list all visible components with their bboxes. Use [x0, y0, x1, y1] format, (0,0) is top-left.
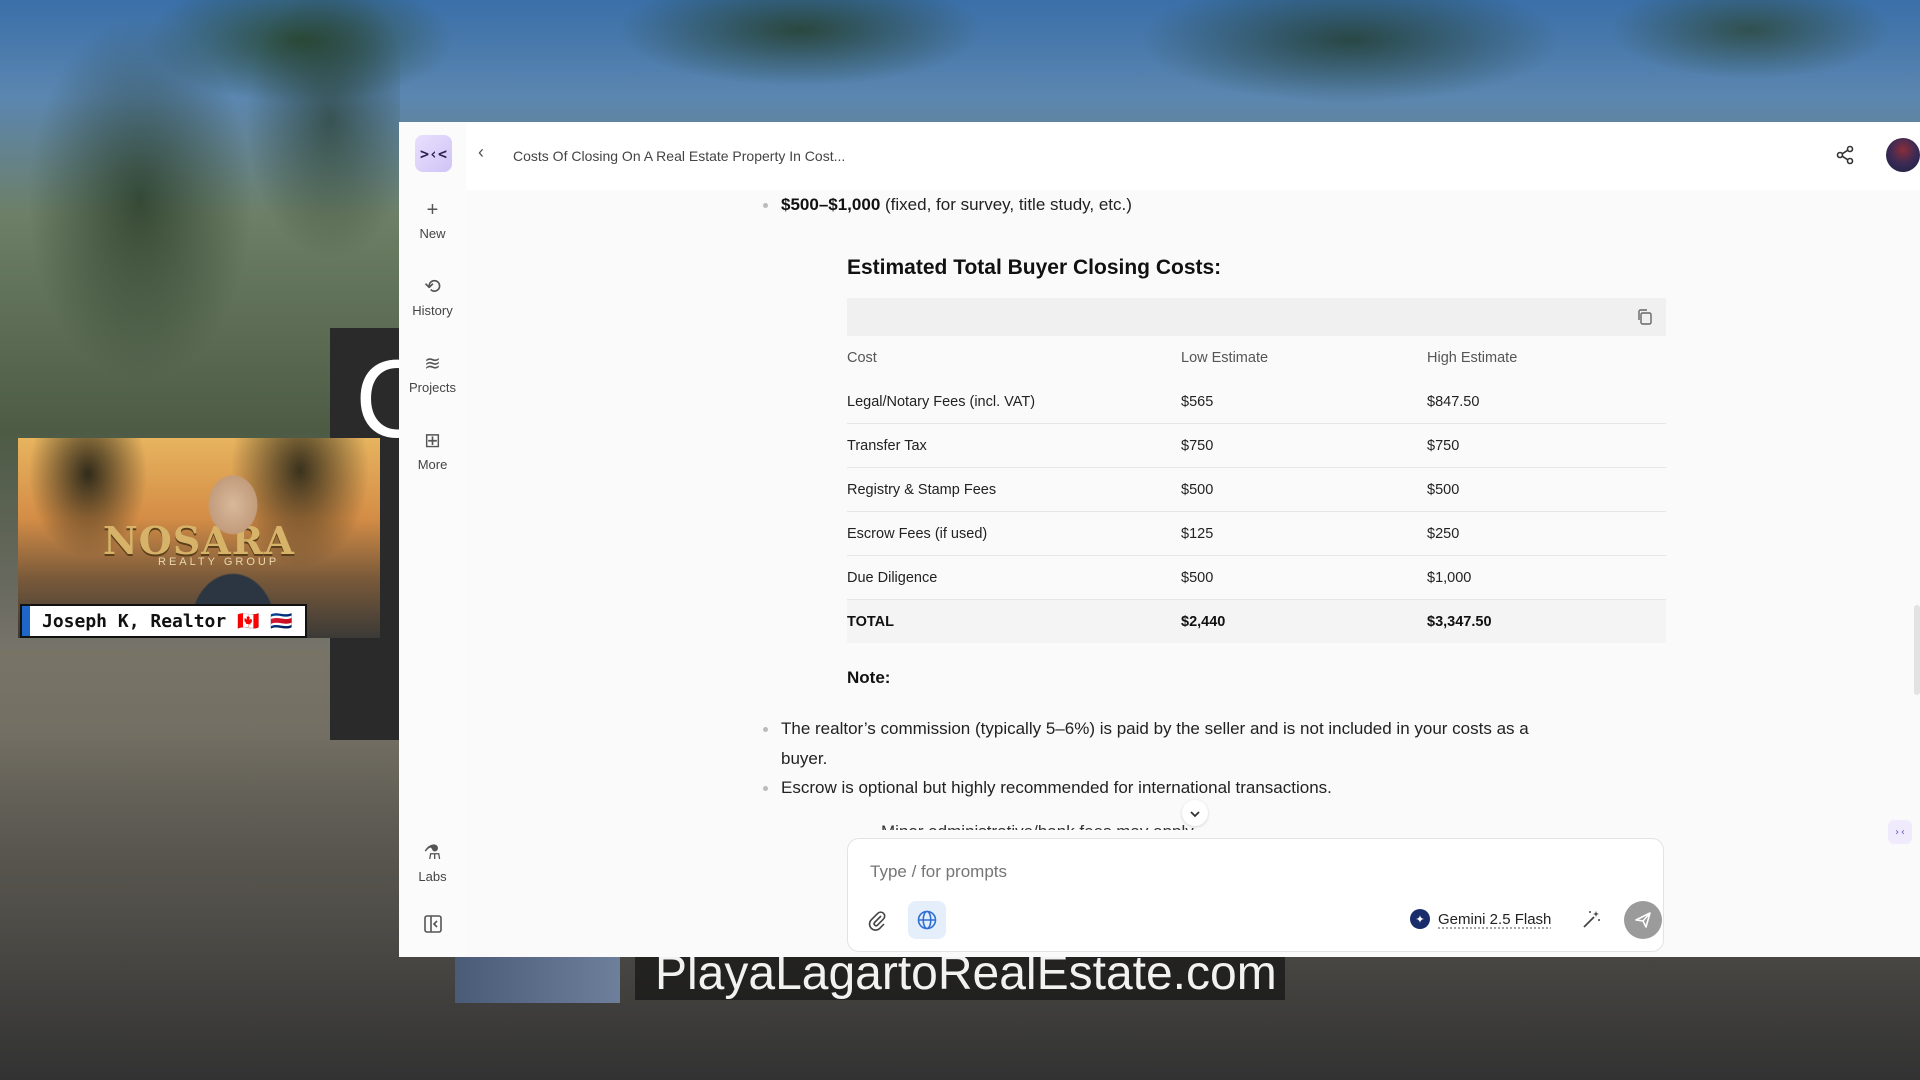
list-item: $500–$1,000 (fixed, for survey, title st… [763, 190, 1571, 220]
table-cell: $1,000 [1427, 555, 1666, 600]
table-row: Transfer Tax $750 $750 [847, 423, 1666, 468]
table-cell: $750 [1427, 423, 1666, 468]
prompt-composer: ✦ Gemini 2.5 Flash [847, 838, 1664, 952]
table-cell: $2,440 [1181, 599, 1427, 643]
sidebar-item-label: History [412, 303, 453, 318]
scrollbar-thumb[interactable] [1914, 605, 1920, 695]
sidebar-item-projects[interactable]: ≋ Projects [399, 351, 466, 395]
table-cell: Transfer Tax [847, 423, 1181, 468]
table-cell: $250 [1427, 511, 1666, 556]
web-search-toggle[interactable] [908, 901, 946, 939]
scroll-down-button[interactable] [1182, 800, 1208, 826]
sidebar-item-more[interactable]: ⊞ More [399, 428, 466, 472]
table-cell: $565 [1181, 380, 1427, 424]
app-logo-icon[interactable]: >‹< [415, 135, 452, 172]
chat-content: $500–$1,000 (fixed, for survey, title st… [466, 190, 1920, 957]
bullet-text: (fixed, for survey, title study, etc.) [880, 195, 1132, 214]
table-cell: $3,347.50 [1427, 599, 1666, 643]
table-cell: Registry & Stamp Fees [847, 467, 1181, 512]
table-cell: Legal/Notary Fees (incl. VAT) [847, 380, 1181, 424]
table-row: Escrow Fees (if used) $125 $250 [847, 511, 1666, 556]
sidebar-rail: >‹< + New ⟲ History ≋ Projects ⊞ More ⚗ … [399, 122, 466, 957]
list-item-partial: Minor administrative/bank fees may apply… [881, 820, 1197, 830]
table-total-row: TOTAL $2,440 $3,347.50 [847, 599, 1666, 643]
table-cell: $125 [1181, 511, 1427, 556]
bullet-bold: $500–$1,000 [781, 195, 881, 214]
prompt-input[interactable] [868, 861, 1472, 883]
gemini-icon: ✦ [1410, 909, 1430, 929]
table-row: Due Diligence $500 $1,000 [847, 555, 1666, 600]
cost-table: Cost Low Estimate High Estimate Legal/No… [847, 298, 1666, 643]
chat-app-window: >‹< + New ⟲ History ≋ Projects ⊞ More ⚗ … [399, 122, 1920, 957]
table-toolbar [847, 298, 1666, 336]
table-cell: $500 [1427, 467, 1666, 512]
top-bar: ‹ Costs Of Closing On A Real Estate Prop… [466, 122, 1920, 190]
column-header: Low Estimate [1181, 350, 1269, 366]
table-row: Registry & Stamp Fees $500 $500 [847, 467, 1666, 512]
table-cell: $500 [1181, 467, 1427, 512]
list-item: Escrow is optional but highly recommende… [763, 773, 1571, 803]
table-cell: TOTAL [847, 599, 1181, 643]
share-icon[interactable] [1834, 144, 1856, 166]
paperclip-icon[interactable] [866, 909, 888, 931]
column-header: High Estimate [1427, 350, 1518, 366]
magic-wand-icon[interactable] [1580, 909, 1602, 931]
copy-icon[interactable] [1636, 308, 1654, 326]
table-cell: $750 [1181, 423, 1427, 468]
table-cell: Due Diligence [847, 555, 1181, 600]
send-icon [1635, 912, 1651, 928]
cost-data-table: Cost Low Estimate High Estimate Legal/No… [847, 336, 1666, 643]
sidebar-item-history[interactable]: ⟲ History [399, 274, 466, 318]
table-cell: Escrow Fees (if used) [847, 511, 1181, 556]
note-heading: Note: [847, 668, 891, 687]
sidebar-item-label: Projects [409, 380, 456, 395]
layers-icon: ≋ [424, 353, 441, 375]
panel-toggle-icon [423, 915, 442, 933]
table-cell: $847.50 [1427, 380, 1666, 424]
globe-icon [917, 910, 937, 930]
table-header-row: Cost Low Estimate High Estimate [847, 336, 1666, 380]
model-name: Gemini 2.5 Flash [1438, 910, 1552, 928]
assistant-mini-icon[interactable]: ›‹ [1888, 820, 1912, 844]
section-heading: Estimated Total Buyer Closing Costs: [847, 256, 1222, 279]
sidebar-item-label: New [419, 226, 446, 241]
chat-title: Costs Of Closing On A Real Estate Proper… [513, 148, 846, 164]
sidebar-item-new[interactable]: + New [399, 197, 466, 241]
column-header: Cost [847, 350, 877, 366]
chevron-left-icon[interactable]: ‹ [478, 142, 484, 163]
sidebar-item-label: More [417, 457, 448, 472]
flask-icon: ⚗ [423, 842, 442, 864]
table-cell: $500 [1181, 555, 1427, 600]
apps-icon: ⊞ [424, 430, 441, 452]
panel-toggle-button[interactable] [399, 914, 466, 939]
send-button[interactable] [1624, 901, 1662, 939]
chevron-down-icon [1190, 811, 1200, 818]
user-avatar[interactable] [1886, 138, 1920, 172]
table-row: Legal/Notary Fees (incl. VAT) $565 $847.… [847, 380, 1666, 424]
plus-icon: + [426, 199, 439, 221]
list-item: The realtor’s commission (typically 5–6%… [763, 714, 1571, 774]
model-selector[interactable]: ✦ Gemini 2.5 Flash [1410, 909, 1551, 929]
history-icon: ⟲ [424, 276, 441, 298]
sidebar-item-labs[interactable]: ⚗ Labs [399, 840, 466, 884]
sidebar-item-label: Labs [418, 869, 447, 884]
presenter-caption: Joseph K, Realtor 🇨🇦 🇨🇷 [20, 604, 307, 638]
